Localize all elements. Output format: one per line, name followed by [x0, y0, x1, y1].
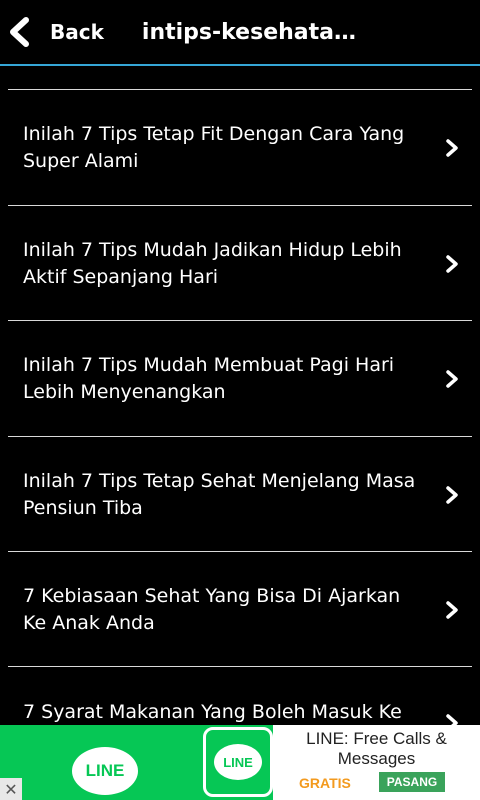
line-logo-text: LINE — [85, 761, 125, 780]
close-icon: ✕ — [4, 779, 18, 799]
action-bar: Back intips-kesehata... — [0, 0, 480, 66]
list-item[interactable]: Inilah 7 Tips Mudah Membuat Pagi Hari Le… — [8, 321, 472, 436]
ad-close-button[interactable]: ✕ — [0, 778, 22, 800]
ad-brand-panel[interactable]: LINE ✕ — [0, 725, 200, 800]
chevron-right-icon — [446, 254, 458, 273]
ad-title: LINE: Free Calls & Messages — [306, 729, 447, 768]
back-button[interactable]: Back — [0, 0, 104, 64]
ad-price: GRATIS — [299, 775, 351, 791]
list-item-label: 7 Syarat Makanan Yang Boleh Masuk Ke — [23, 701, 402, 723]
list-item[interactable]: Inilah 7 Tips Tetap Fit Dengan Cara Yang… — [8, 90, 472, 205]
chevron-right-icon — [446, 138, 458, 157]
list-item-label: Inilah 7 Tips Mudah Jadikan Hidup Lebih … — [23, 238, 402, 288]
list-item-label: Inilah 7 Tips Tetap Fit Dengan Cara Yang… — [23, 122, 405, 172]
list-item[interactable]: 7 Kebiasaan Sehat Yang Bisa Di Ajarkan K… — [8, 552, 472, 667]
chevron-left-icon — [10, 17, 29, 47]
ad-app-icon[interactable]: LINE — [203, 727, 273, 797]
list-item-label: 7 Kebiasaan Sehat Yang Bisa Di Ajarkan K… — [23, 584, 401, 634]
ad-details[interactable]: LINE: Free Calls & Messages GRATIS PASAN… — [273, 725, 480, 800]
chevron-right-icon — [446, 485, 458, 504]
chevron-right-icon — [446, 369, 458, 388]
list-item[interactable]: Inilah 7 Tips Tetap Sehat Menjelang Masa… — [8, 437, 472, 552]
ad-install-button[interactable]: PASANG — [379, 772, 445, 792]
article-list[interactable]: Inilah 7 Tips Tetap Fit Dengan Cara Yang… — [0, 66, 480, 725]
back-label: Back — [50, 20, 104, 44]
line-app-icon: LINE — [214, 744, 262, 780]
line-logo: LINE — [72, 747, 138, 795]
list-item-label: Inilah 7 Tips Mudah Membuat Pagi Hari Le… — [23, 353, 395, 403]
list-item[interactable]: Inilah 7 Tips Mudah Jadikan Hidup Lebih … — [8, 206, 472, 321]
page-title: intips-kesehata... — [141, 19, 357, 45]
ad-app-icon-text: LINE — [223, 754, 253, 770]
chevron-right-icon — [446, 600, 458, 619]
ad-banner[interactable]: LINE ✕ LINE LINE: Free Calls & Messages … — [0, 725, 480, 800]
chevron-right-icon — [446, 714, 458, 725]
list-item[interactable]: 7 Syarat Makanan Yang Boleh Masuk Ke — [8, 667, 472, 725]
list-item-label: Inilah 7 Tips Tetap Sehat Menjelang Masa… — [23, 469, 416, 519]
